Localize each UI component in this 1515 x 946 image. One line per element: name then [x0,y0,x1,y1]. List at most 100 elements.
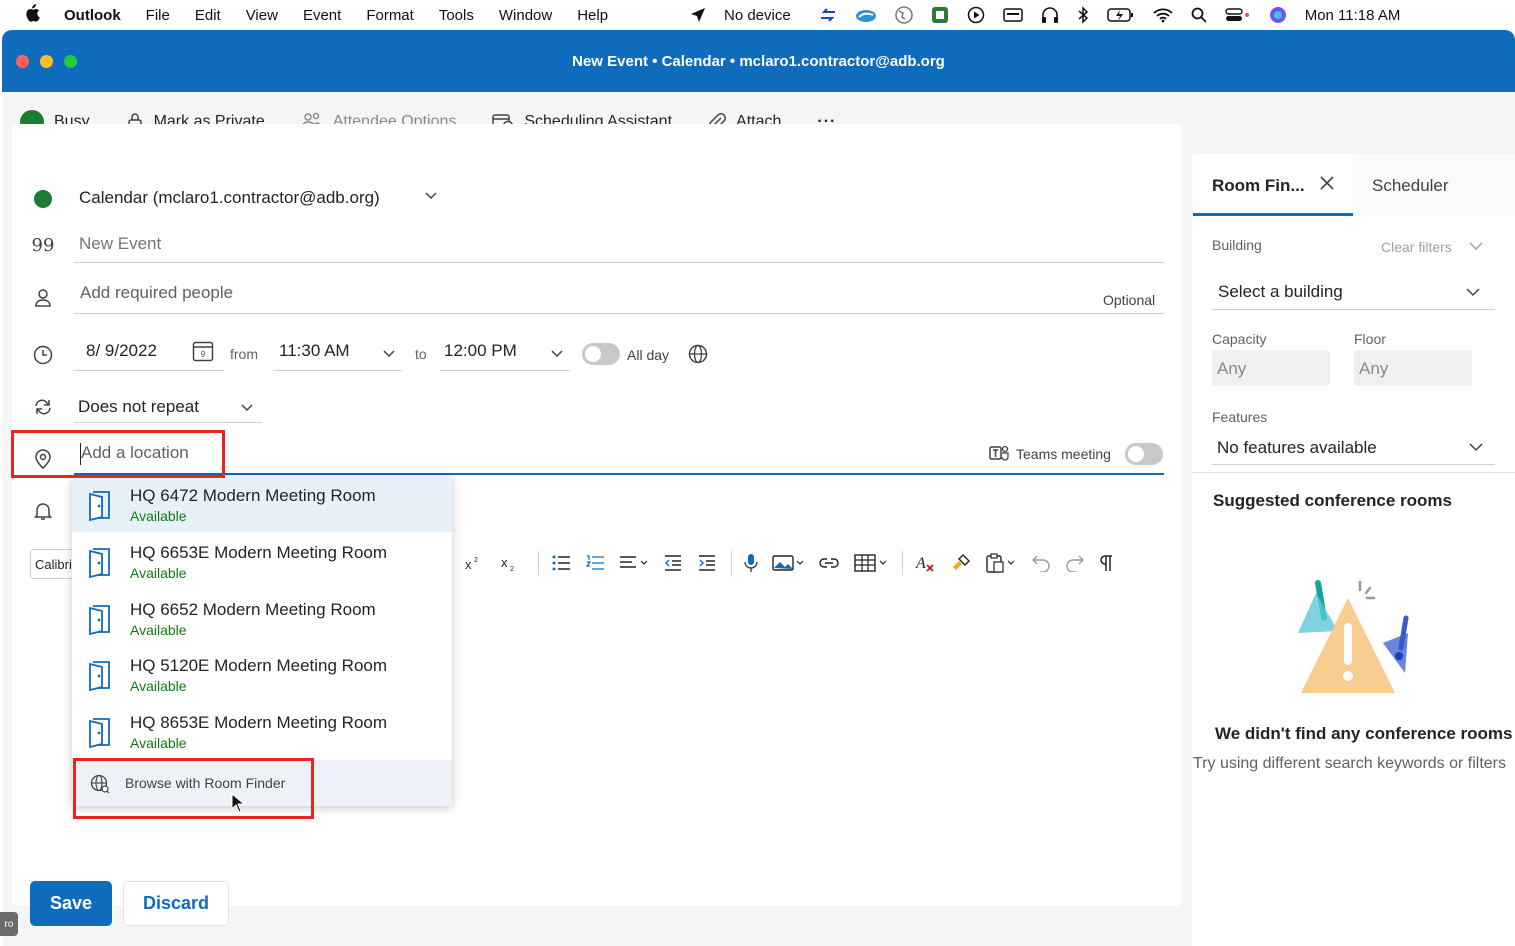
features-chevron-icon[interactable] [1469,440,1483,459]
device-status[interactable]: No device [724,7,791,24]
room-suggestion-item[interactable]: HQ 6653E Modern Meeting Room Available [72,533,452,589]
siri-icon[interactable] [1269,6,1287,24]
format-painter-icon[interactable] [951,553,971,573]
start-time-underline [274,370,402,371]
location-arrow-icon[interactable] [690,7,706,23]
cloud-icon[interactable] [855,7,877,23]
decrease-indent-icon[interactable] [663,554,683,572]
menu-tools[interactable]: Tools [439,7,474,24]
building-chevron-icon[interactable] [1466,285,1480,304]
control-center-icon[interactable] [1225,7,1251,23]
end-time-chevron-icon[interactable] [550,346,564,365]
close-tab-icon[interactable] [1319,174,1335,197]
menu-format[interactable]: Format [366,7,414,24]
floor-input[interactable]: Any [1354,350,1472,386]
green-app-icon[interactable] [931,6,949,24]
menu-help[interactable]: Help [577,7,608,24]
increase-indent-icon[interactable] [697,554,717,572]
title-underline [74,262,1164,263]
door-icon [86,716,116,753]
start-time-select[interactable]: 11:30 AM [279,341,350,361]
recurrence-select[interactable]: Does not repeat [78,397,199,417]
recurrence-chevron-icon[interactable] [240,400,254,419]
bullet-list-icon[interactable] [551,554,571,572]
room-finder-panel: Room Fin... Scheduler Building Clear fil… [1192,154,1515,946]
start-date-input[interactable]: 8/ 9/2022 [86,341,157,361]
wifi-icon[interactable] [1153,7,1173,23]
timezone-globe-icon[interactable] [688,344,708,369]
location-focus-underline [74,473,1164,475]
spotlight-search-icon[interactable] [1191,7,1207,23]
window-title: New Event • Calendar • mclaro1.contracto… [572,52,945,70]
features-select[interactable]: No features available [1217,438,1377,458]
room-availability: Available [130,565,187,581]
subscript-button[interactable]: x2 [500,555,516,571]
clear-formatting-icon[interactable]: A [915,553,937,573]
room-suggestion-item[interactable]: HQ 6652 Modern Meeting Room Available [72,590,452,646]
room-availability: Available [130,508,187,524]
end-time-select[interactable]: 12:00 PM [444,341,517,361]
svg-text:9: 9 [201,350,206,359]
align-icon[interactable] [619,554,649,572]
clock-icon [32,344,54,366]
play-circle-icon[interactable] [967,6,985,24]
bell-icon [32,500,54,522]
person-icon [32,287,54,309]
menubar-clock[interactable]: Mon 11:18 AM [1305,7,1401,24]
teams-meeting-toggle[interactable] [1125,443,1163,465]
bluetooth-icon[interactable] [1077,6,1089,24]
insert-table-icon[interactable] [854,554,888,572]
corner-overlay-tag: ro [0,912,18,936]
collapse-filters-chevron-icon[interactable] [1469,239,1483,257]
building-select[interactable]: Select a building [1218,282,1343,302]
room-suggestion-item[interactable]: HQ 6472 Modern Meeting Room Available [72,476,452,532]
calendar-picker-icon[interactable]: 9 [192,340,214,367]
calendar-chevron-down-icon[interactable] [424,188,438,207]
menu-file[interactable]: File [146,7,170,24]
close-window-button[interactable] [16,55,29,68]
suggested-rooms-heading: Suggested conference rooms [1213,491,1453,510]
tab-scheduler[interactable]: Scheduler [1372,176,1449,196]
menu-edit[interactable]: Edit [195,7,221,24]
superscript-button[interactable]: x2 [464,555,480,571]
undo-icon[interactable] [1031,554,1051,572]
capacity-input[interactable]: Any [1212,350,1330,386]
paste-icon[interactable] [985,553,1017,573]
room-availability: Available [130,735,187,751]
sync-arrow-icon[interactable] [819,8,837,22]
headphones-icon[interactable] [1041,6,1059,24]
calendar-selector[interactable]: Calendar (mclaro1.contractor@adb.org) [79,188,380,208]
features-label: Features [1212,409,1268,425]
required-people-input[interactable]: Add required people [80,283,233,303]
tab-room-finder[interactable]: Room Fin... [1193,154,1353,216]
microphone-icon[interactable] [744,553,758,573]
empty-state-title: We didn't find any conference rooms [1215,724,1513,743]
discard-button[interactable]: Discard [123,881,229,926]
optional-attendees-link[interactable]: Optional [1103,292,1155,308]
room-suggestion-item[interactable]: HQ 5120E Modern Meeting Room Available [72,646,452,702]
keyboard-icon[interactable] [1002,7,1023,23]
pilcrow-icon[interactable] [1099,554,1113,572]
menu-window[interactable]: Window [499,7,552,24]
start-time-chevron-icon[interactable] [382,346,396,365]
redo-icon[interactable] [1065,554,1085,572]
menu-view[interactable]: View [246,7,278,24]
room-suggestion-item[interactable]: HQ 8653E Modern Meeting Room Available [72,703,452,759]
save-button[interactable]: Save [30,881,112,926]
highlight-box-browse [73,758,314,819]
numbered-list-icon[interactable] [585,554,605,572]
menu-app-name[interactable]: Outlook [64,7,121,24]
zoom-window-button[interactable] [64,55,77,68]
clear-filters-button[interactable]: Clear filters [1381,239,1452,255]
room-name: HQ 8653E Modern Meeting Room [130,713,388,732]
menubar-tray: No device Mon 11:18 AM [690,0,1418,30]
insert-image-icon[interactable] [772,554,804,572]
menu-event[interactable]: Event [303,7,341,24]
insert-link-icon[interactable] [818,556,840,570]
minimize-window-button[interactable] [40,55,53,68]
event-title-input[interactable] [76,229,1164,259]
all-day-toggle[interactable] [582,343,620,365]
apple-icon[interactable] [24,3,44,27]
globe-tray-icon[interactable] [894,6,913,24]
battery-icon[interactable] [1106,7,1135,23]
